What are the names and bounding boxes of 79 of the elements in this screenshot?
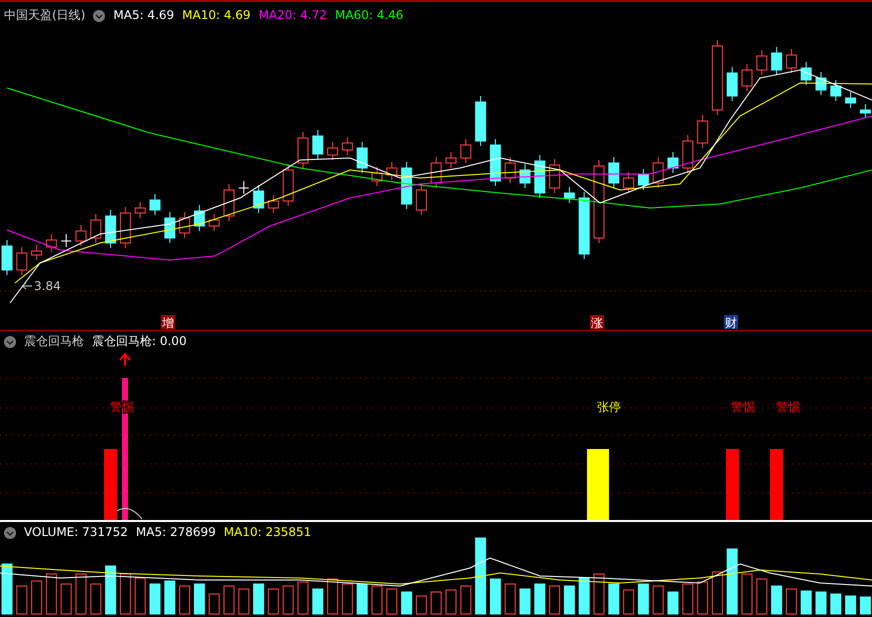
candlestick [372,166,382,186]
candlestick [845,92,856,108]
low-price-label: 3.84 [34,279,61,293]
candlestick [534,154,546,198]
candlestick [2,240,12,276]
candlestick [416,184,427,216]
candlestick [356,142,368,174]
up-arrow-icon [119,352,131,368]
candlestick [623,172,634,194]
moving-average-reading: MA5: 4.69 [113,8,174,23]
candlestick [549,158,560,194]
candlestick [771,46,782,76]
candlestick [564,186,575,204]
event-marker-label: 涨 [591,316,603,330]
candlestick [105,210,116,248]
candlestick [490,138,501,186]
candlestick [16,246,28,276]
candlestick [150,194,160,216]
moving-average-reading: MA20: 4.72 [258,8,327,23]
candlestick [682,134,694,174]
event-marker-label: 增 [162,316,174,330]
candlestick [238,180,250,194]
candlestick [401,162,412,210]
collapse-icon[interactable] [4,336,16,348]
arrow-icon [22,282,32,290]
candlestick [253,184,264,214]
candlestick [120,206,131,248]
candlestick [668,152,678,174]
candlestick [90,214,102,244]
candlestick [756,50,768,76]
collapse-icon[interactable] [93,10,106,22]
candlestick [430,156,442,188]
candlestick [860,104,871,118]
candlestick [504,156,516,184]
candlestick [31,244,42,260]
moving-average-reading: MA60: 4.46 [335,8,404,23]
candlestick [298,132,308,168]
volume-reading: MA5: 278699 [136,525,216,540]
candlestick [520,164,530,188]
candlestick [475,96,486,146]
event-marker-label: 财 [725,316,737,330]
candlestick [327,142,338,160]
candlestick [342,136,353,156]
candlestick [638,168,649,190]
candlestick [697,114,708,148]
indicator-title: 震仓回马枪 [24,334,84,350]
candlestick [460,138,472,164]
signal-label: 警惕 [776,400,800,414]
candlestick [830,80,842,102]
indicator-reading: 震仓回马枪: 0.00 [92,334,187,350]
volume-reading: MA10: 235851 [224,525,312,540]
candlestick [179,212,190,238]
candlestick [578,192,590,260]
candlestick [46,234,57,252]
candlestick [268,194,279,214]
collapse-icon[interactable] [4,526,16,539]
signal-label: 警惕 [731,400,755,414]
candlestick [164,212,176,244]
candlestick [800,62,812,86]
volume-reading: VOLUME: 731752 [24,525,128,540]
signal-label: 张停 [597,400,621,414]
candlestick [134,202,146,218]
candlestick [726,66,738,102]
candlestick [312,130,324,160]
candlestick [608,156,620,188]
candlestick [816,72,826,96]
moving-average-reading: MA10: 4.69 [182,8,251,23]
candlestick [208,214,220,232]
candlestick [224,184,234,222]
candlestick [60,234,72,248]
candlestick [446,152,456,168]
candlestick [282,164,294,206]
candlestick [386,162,398,180]
candlestick [786,48,797,74]
candlestick [194,204,205,232]
candlestick [76,224,86,246]
stock-title: 中国天盈(日线) [4,8,86,23]
candlestick [742,64,752,92]
candlestick [652,156,664,188]
